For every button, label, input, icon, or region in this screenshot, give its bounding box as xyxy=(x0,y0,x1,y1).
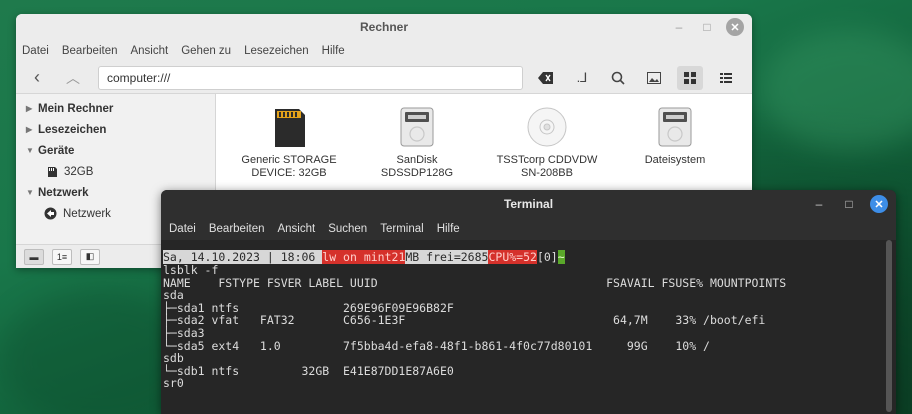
shell-prompt: Sa, 14.10.2023 | 18:06 lw on mint21 MB f… xyxy=(163,250,882,264)
prompt-date: Sa, 14.10.2023 xyxy=(163,250,260,264)
grid-view-icon[interactable] xyxy=(677,65,703,90)
terminal-line: NAME FSTYPE FSVER LABEL UUID FSAVAIL FSU… xyxy=(163,275,787,290)
preview-icon[interactable] xyxy=(641,66,667,90)
prompt-cpu: CPU%=52 xyxy=(488,250,537,264)
menubar: Datei Bearbeiten Ansicht Gehen zu Leseze… xyxy=(16,40,752,62)
clear-location-icon[interactable] xyxy=(533,66,559,90)
sd-card-icon xyxy=(48,166,57,177)
window-title: Rechner xyxy=(359,20,409,34)
device-label: TSSTcorp CDDVDW SN-208BB xyxy=(496,154,598,179)
sidebar-section-geraete[interactable]: ▼ Geräte xyxy=(16,140,215,161)
menu-bearbeiten[interactable]: Bearbeiten xyxy=(62,45,118,57)
sidebar-item-label: Netzwerk xyxy=(63,207,111,220)
sidebar-section-label: Lesezeichen xyxy=(38,123,107,136)
network-icon xyxy=(44,207,57,220)
device-item[interactable]: SanDisk SDSSDP128G xyxy=(362,104,472,180)
maximize-icon[interactable]: □ xyxy=(698,18,716,36)
sidebar-item-32gb[interactable]: 32GB xyxy=(16,161,215,182)
device-item[interactable]: Dateisystem xyxy=(620,104,730,167)
menu-datei[interactable]: Datei xyxy=(22,45,49,57)
places-view-icon[interactable]: ▬ xyxy=(24,248,44,265)
device-label: Generic STORAGE DEVICE: 32GB xyxy=(241,154,337,179)
prompt-user: lw on mint21 xyxy=(322,250,406,264)
device-label: Dateisystem xyxy=(644,154,706,166)
sidebar-section-lesezeichen[interactable]: ▶ Lesezeichen xyxy=(16,119,215,140)
terminal-output[interactable]: Sa, 14.10.2023 | 18:06 lw on mint21 MB f… xyxy=(163,248,882,414)
sidebar-item-label: 32GB xyxy=(64,165,94,178)
menu-gehen-zu[interactable]: Gehen zu xyxy=(181,45,231,57)
sidebar-section-label: Netzwerk xyxy=(38,186,89,199)
close-icon[interactable]: ✕ xyxy=(726,18,744,36)
back-icon[interactable]: ‹ xyxy=(24,66,50,90)
file-manager-titlebar[interactable]: Rechner – □ ✕ xyxy=(16,14,752,40)
device-item[interactable]: Generic STORAGE DEVICE: 32GB xyxy=(234,104,344,180)
menu-bearbeiten[interactable]: Bearbeiten xyxy=(209,223,265,235)
terminal-menubar: Datei Bearbeiten Ansicht Suchen Terminal… xyxy=(161,218,896,240)
optical-disc-icon xyxy=(492,104,602,150)
prompt-gap xyxy=(315,250,323,264)
menu-datei[interactable]: Datei xyxy=(169,223,196,235)
expander-expanded-icon[interactable]: ▼ xyxy=(26,188,38,197)
close-icon[interactable]: ✕ xyxy=(870,195,888,213)
expander-collapsed-icon[interactable]: ▶ xyxy=(26,104,38,113)
terminal-scrollbar[interactable] xyxy=(886,240,892,412)
terminal-line: lsblk -f xyxy=(163,263,219,277)
sidebar-section-mein-rechner[interactable]: ▶ Mein Rechner xyxy=(16,98,215,119)
device-item[interactable]: TSSTcorp CDDVDW SN-208BB xyxy=(492,104,602,180)
menu-hilfe[interactable]: Hilfe xyxy=(437,223,460,235)
maximize-icon[interactable]: □ xyxy=(840,195,858,213)
terminal-line: ├─sda3 xyxy=(163,325,205,340)
sidebar-section-label: Geräte xyxy=(38,144,75,157)
prompt-time: 18:06 xyxy=(280,250,316,264)
minimize-icon[interactable]: – xyxy=(670,18,688,36)
terminal-line: └─sda5 ext4 1.0 7f5bba4d-efa8-48f1-b861-… xyxy=(163,338,710,353)
tree-view-icon[interactable]: 1≡ xyxy=(52,248,72,265)
sd-card-icon xyxy=(234,104,344,150)
prompt-separator: | xyxy=(259,250,281,264)
list-view-icon[interactable] xyxy=(713,66,739,90)
expander-collapsed-icon[interactable]: ▶ xyxy=(26,125,38,134)
terminal-line: sda xyxy=(163,288,184,303)
terminal-line: sr0 xyxy=(163,376,184,391)
prompt-memory: MB frei=2685 xyxy=(405,250,489,264)
terminal-titlebar[interactable]: Terminal – □ ✕ xyxy=(161,190,896,218)
menu-ansicht[interactable]: Ansicht xyxy=(277,223,315,235)
terminal-line: sdb xyxy=(163,351,184,366)
toggle-sidebar-icon[interactable]: ◧ xyxy=(80,248,100,265)
device-label: SanDisk SDSSDP128G xyxy=(380,154,454,179)
expander-expanded-icon[interactable]: ▼ xyxy=(26,146,38,155)
prompt-return-code: [0] xyxy=(536,250,558,264)
menu-ansicht[interactable]: Ansicht xyxy=(130,45,168,57)
terminal-line: ├─sda2 vfat FAT32 C656-1E3F 64,7M 33% /b… xyxy=(163,313,766,328)
terminal-line: └─sdb1 ntfs 32GB E41E87DD1E87A6E0 xyxy=(163,363,454,378)
window-title: Terminal xyxy=(503,197,554,211)
wallpaper-glow xyxy=(760,30,912,150)
menu-suchen[interactable]: Suchen xyxy=(328,223,367,235)
terminal-window: Terminal – □ ✕ Datei Bearbeiten Ansicht … xyxy=(161,190,896,414)
menu-terminal[interactable]: Terminal xyxy=(380,223,423,235)
menu-lesezeichen[interactable]: Lesezeichen xyxy=(244,45,309,57)
harddisk-icon xyxy=(362,104,472,150)
location-bar[interactable]: computer:/// xyxy=(98,65,523,90)
harddisk-icon xyxy=(620,104,730,150)
search-icon[interactable] xyxy=(605,66,631,90)
toggle-path-icon[interactable]: .⅃ xyxy=(569,66,595,90)
up-icon[interactable]: ︿ xyxy=(60,66,86,90)
toolbar: ‹ ︿ computer:/// .⅃ xyxy=(16,62,752,94)
location-text: computer:/// xyxy=(107,70,171,85)
menu-hilfe[interactable]: Hilfe xyxy=(322,45,345,57)
sidebar-section-label: Mein Rechner xyxy=(38,102,114,115)
minimize-icon[interactable]: – xyxy=(810,195,828,213)
prompt-cwd: ~ xyxy=(557,250,565,264)
